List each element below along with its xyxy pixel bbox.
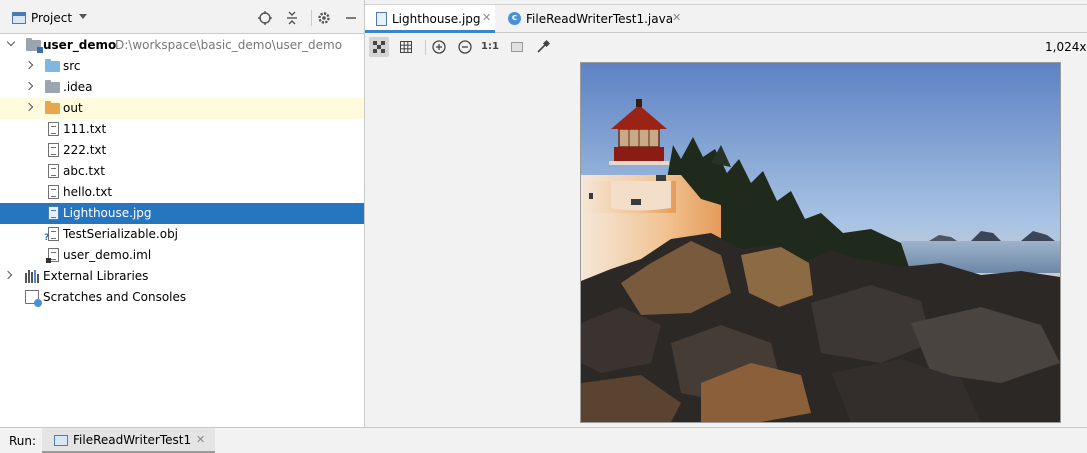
project-panel-title[interactable]: Project [31,11,72,25]
project-icon [12,12,26,24]
tree-item-file-selected[interactable]: Lighthouse.jpg [0,203,364,224]
zoom-in-icon[interactable] [429,37,449,57]
chevron-right-icon[interactable] [24,102,34,112]
java-class-icon: c [508,12,521,25]
tree-item-label: 111.txt [63,122,107,136]
tree-item-label: External Libraries [43,269,149,283]
text-file-icon [48,185,59,199]
run-tab-label: FileReadWriterTest1 [73,433,192,447]
tree-item-file[interactable]: 111.txt [0,119,364,140]
unknown-file-icon [44,227,59,243]
tree-item-external-libraries[interactable]: External Libraries [0,266,364,287]
tree-item-file[interactable]: 222.txt [0,140,364,161]
tree-item-label: abc.txt [63,164,105,178]
chevron-right-icon[interactable] [3,270,13,280]
run-tool-window-bar: Run: FileReadWriterTest1 ✕ [0,427,1087,453]
tree-item-label: src [63,59,81,73]
locate-icon[interactable] [257,10,273,26]
tree-item-label: Scratches and Consoles [43,290,187,304]
fit-icon[interactable] [369,37,389,57]
minimize-icon[interactable] [343,10,359,26]
tab-label: FileReadWriterTest1.java [526,12,674,26]
actual-size-button[interactable]: 1:1 [480,37,500,57]
tree-item-idea[interactable]: .idea [0,77,364,98]
grid-icon[interactable] [396,37,416,57]
text-file-icon [48,164,59,178]
chevron-down-icon[interactable] [79,14,87,19]
tab-label: Lighthouse.jpg [392,12,481,26]
tree-item-label: user_demo.iml [63,248,152,262]
image-size-info: 1,024x7 [1045,40,1087,54]
close-icon[interactable]: ✕ [672,11,681,24]
tree-item-label: hello.txt [63,185,113,199]
lighthouse-image [580,62,1061,423]
tree-item-label: TestSerializable.obj [63,227,179,241]
folder-icon [45,80,60,93]
toolbar-divider [425,40,426,55]
color-picker-icon[interactable] [533,37,553,57]
library-icon [25,270,40,283]
tree-item-label: out [63,101,83,115]
run-config-icon [54,435,68,446]
chevron-right-icon[interactable] [24,81,34,91]
folder-icon [45,59,60,72]
background-icon[interactable] [507,37,527,57]
image-viewer [365,60,1087,427]
tab-lighthouse[interactable]: Lighthouse.jpg ✕ [365,5,495,33]
text-file-icon [48,122,59,136]
close-icon[interactable]: ✕ [482,11,491,24]
collapse-icon[interactable] [284,10,300,26]
tree-item-label: user_demo [43,38,117,52]
scratches-icon [25,290,42,307]
run-label: Run: [9,434,37,448]
editor-tabs: Lighthouse.jpg ✕ c FileReadWriterTest1.j… [365,5,1087,33]
tree-item-label: .idea [63,80,93,94]
tree-item-file[interactable]: TestSerializable.obj [0,224,364,245]
image-file-icon [376,12,387,26]
image-file-icon [48,206,59,220]
project-panel-header: Project [0,0,364,34]
tree-item-file[interactable]: abc.txt [0,161,364,182]
tree-item-root[interactable]: user_demo D:\workspace\basic_demo\user_d… [0,35,364,56]
tree-item-out[interactable]: out [0,98,364,119]
project-panel: Project user_demo D:\workspace\basic_dem… [0,0,365,427]
text-file-icon [48,143,59,157]
tree-item-file[interactable]: user_demo.iml [0,245,364,266]
folder-icon [45,101,60,114]
chevron-right-icon[interactable] [24,60,34,70]
run-tab[interactable]: FileReadWriterTest1 ✕ [42,428,215,453]
zoom-out-icon[interactable] [455,37,475,57]
chevron-down-icon[interactable] [6,37,16,47]
close-icon[interactable]: ✕ [196,433,205,446]
tree-item-label: Lighthouse.jpg [63,206,152,220]
image-toolbar: 1:1 [365,34,1087,60]
tree-item-label: 222.txt [63,143,107,157]
module-file-icon [46,248,59,263]
module-folder-icon [26,38,43,53]
ide-window: Project user_demo D:\workspace\basic_dem… [0,0,1087,453]
header-divider [311,10,312,26]
tab-filereadwriter[interactable]: c FileReadWriterTest1.java ✕ [495,5,685,33]
tree-item-path: D:\workspace\basic_demo\user_demo [115,38,343,52]
gear-icon[interactable] [316,10,332,26]
tree-item-scratches[interactable]: Scratches and Consoles [0,287,364,308]
tree-item-src[interactable]: src [0,56,364,77]
tree-item-file[interactable]: hello.txt [0,182,364,203]
